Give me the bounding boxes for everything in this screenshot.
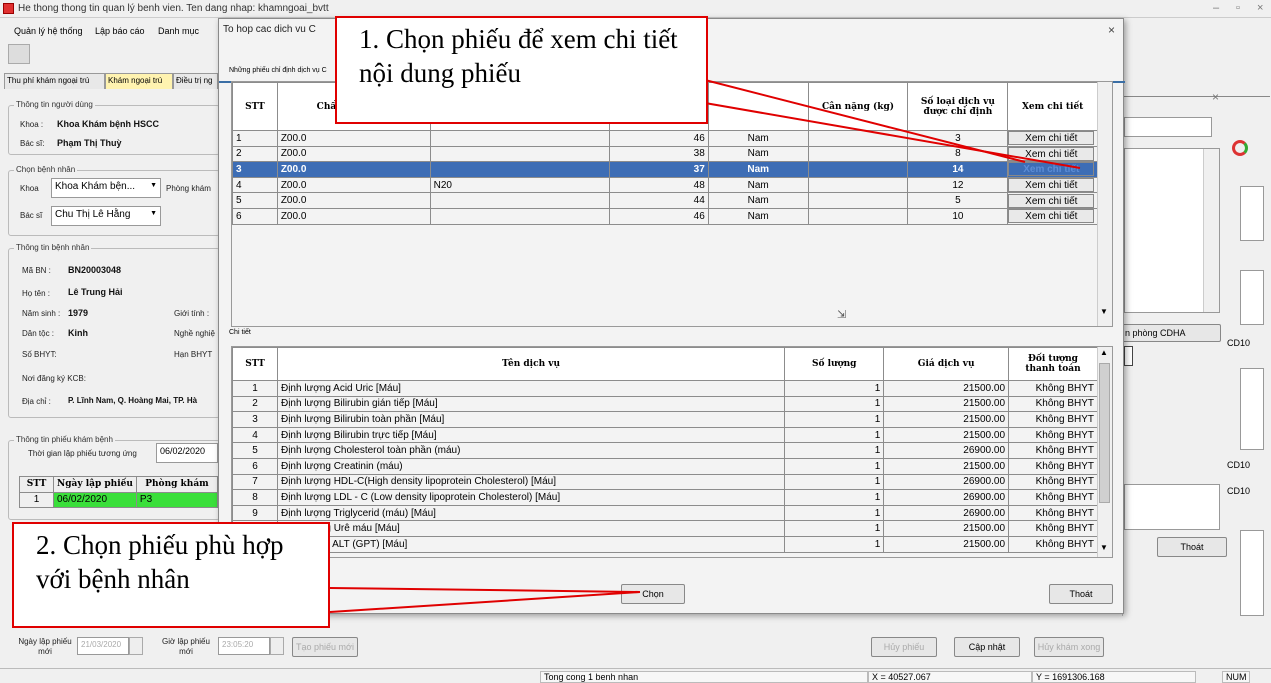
tao-phieu-button[interactable]: Tạo phiếu mới xyxy=(292,637,358,657)
status-x: X = 40527.067 xyxy=(868,671,1032,683)
annotation-1-text: 1. Chọn phiếu để xem chi tiết nội dung p… xyxy=(359,24,678,88)
gio-lap-label: Giờ lập phiếu mới xyxy=(162,637,210,656)
huy-kham-button[interactable]: Hủy khám xong xyxy=(1034,637,1104,657)
stepper-icon[interactable] xyxy=(129,637,143,655)
ngay-lap-label: Ngày lập phiếu mới xyxy=(18,637,72,656)
annotation-1: 1. Chọn phiếu để xem chi tiết nội dung p… xyxy=(335,16,708,124)
arrow-line-2 xyxy=(329,591,641,613)
arrow-line-1 xyxy=(704,102,1081,169)
annotation-2-text: 2. Chọn phiếu phù hợp với bệnh nhân xyxy=(36,530,284,594)
cap-nhat-button[interactable]: Cập nhật xyxy=(954,637,1020,657)
status-y: Y = 1691306.168 xyxy=(1032,671,1196,683)
ngay-lap-input[interactable]: 21/03/2020 xyxy=(77,637,129,655)
huy-phieu-button[interactable]: Hủy phiếu xyxy=(871,637,937,657)
stepper-icon[interactable] xyxy=(270,637,284,655)
arrow-line-1b xyxy=(704,79,1026,163)
annotation-2: 2. Chọn phiếu phù hợp với bệnh nhân xyxy=(12,522,330,628)
gio-lap-input[interactable]: 23:05:20 xyxy=(218,637,270,655)
status-num: NUM xyxy=(1222,671,1250,683)
arrow-line-2b xyxy=(329,587,641,593)
status-total: Tong cong 1 benh nhan xyxy=(540,671,868,683)
